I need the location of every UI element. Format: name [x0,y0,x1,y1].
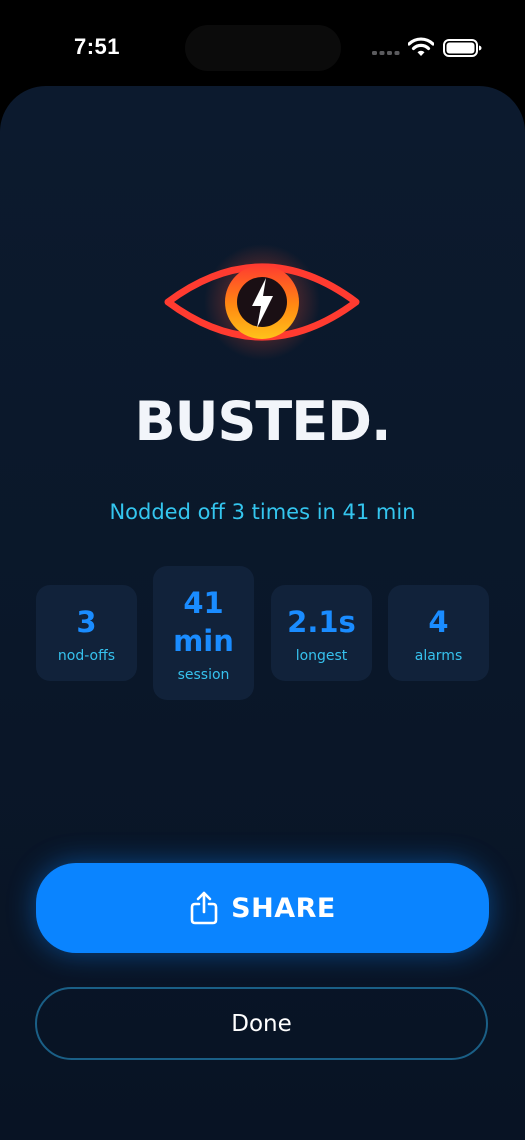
stat-value: 3 [76,605,97,639]
stat-label: longest [295,648,348,664]
done-button-label: Done [231,1010,292,1037]
stat-label: alarms [414,648,463,664]
stat-card-alarms: 4 alarms [388,585,489,681]
status-bar: 7:51 [0,0,525,86]
stat-value: 2.1s [287,605,356,639]
cellular-signal-icon [372,51,400,55]
screen: 7:51 BUSTED. Nodded off 3 times in 41 mi… [0,0,525,1140]
battery-icon [443,39,482,57]
session-summary: Nodded off 3 times in 41 min [109,500,416,524]
done-button[interactable]: Done [35,987,488,1060]
stat-label: nod-offs [57,648,116,664]
stat-card-longest: 2.1s longest [271,585,372,681]
stat-value: 4 [428,605,449,639]
page-title: BUSTED. [134,390,392,453]
dynamic-island [185,25,341,71]
eye-lightning-icon [164,244,360,360]
share-button-label: SHARE [231,892,336,924]
share-icon [190,891,218,925]
stat-label: session [177,667,230,683]
stat-value: 41 min [173,586,234,658]
wifi-icon [408,37,434,56]
status-time: 7:51 [74,34,121,59]
stat-card-session: 41 min session [153,566,254,700]
share-button[interactable]: SHARE [36,863,489,953]
stat-card-nod-offs: 3 nod-offs [36,585,137,681]
